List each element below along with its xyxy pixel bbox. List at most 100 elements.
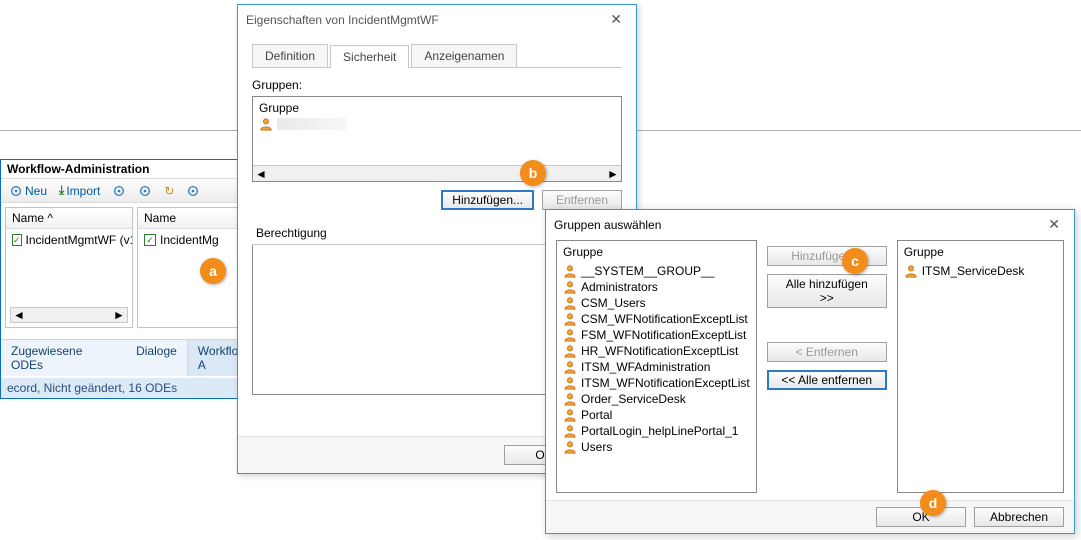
toolbar-icon-button-2[interactable] <box>134 183 156 199</box>
group-icon <box>563 312 577 326</box>
list-item-label: Portal <box>581 408 612 422</box>
workflow-admin-title: Workflow-Administration <box>1 160 269 179</box>
import-icon: ⤓ <box>59 183 64 198</box>
list-item-label: Order_ServiceDesk <box>581 392 686 406</box>
list-item[interactable]: Administrators <box>563 279 750 295</box>
cancel-button[interactable]: Abbrechen <box>974 507 1064 527</box>
list-item-label: IncidentMg <box>160 233 219 247</box>
select-groups-dialog: Gruppen auswählen ✕ Gruppe __SYSTEM__GRO… <box>545 209 1075 534</box>
group-icon <box>563 408 577 422</box>
annotation-badge-b: b <box>520 160 546 186</box>
horizontal-scrollbar[interactable]: ◄ ► <box>253 165 621 181</box>
toolbar-new-button[interactable]: Neu <box>5 183 51 199</box>
permissions-column-left: Berechtigung <box>256 226 327 240</box>
scroll-left-icon[interactable]: ◄ <box>11 308 27 322</box>
available-groups-listbox[interactable]: Gruppe __SYSTEM__GROUP__ Administrators CS… <box>556 240 757 493</box>
workflow-admin-toolbar: Neu ⤓ Import ↻ <box>1 179 269 203</box>
toolbar-import-label: Import <box>66 184 100 198</box>
select-groups-titlebar: Gruppen auswählen ✕ <box>546 210 1074 239</box>
list-item[interactable]: CSM_WFNotificationExceptList <box>563 311 750 327</box>
list-item-label: Users <box>581 440 612 454</box>
scroll-right-icon[interactable]: ► <box>111 308 127 322</box>
list-item-label: CSM_WFNotificationExceptList <box>581 312 748 326</box>
toolbar-icon-button-4[interactable] <box>182 183 204 199</box>
properties-title: Eigenschaften von IncidentMgmtWF <box>246 13 439 27</box>
tab-definition[interactable]: Definition <box>252 44 328 67</box>
group-icon <box>563 344 577 358</box>
toolbar-import-button[interactable]: ⤓ Import <box>55 182 104 199</box>
horizontal-scrollbar[interactable]: ◄ ► <box>10 307 128 323</box>
list-item-label: IncidentMgmtWF (v1) <box>26 233 132 247</box>
remove-one-button[interactable]: < Entfernen <box>767 342 887 362</box>
group-icon <box>563 376 577 390</box>
groups-label: Gruppen: <box>252 78 622 92</box>
group-icon <box>563 392 577 406</box>
close-icon[interactable]: ✕ <box>1042 216 1066 233</box>
list-item[interactable]: ✓ IncidentMgmtWF (v1) <box>12 233 126 247</box>
list-item[interactable]: __SYSTEM__GROUP__ <box>563 263 750 279</box>
group-icon <box>259 117 273 131</box>
add-button[interactable]: Hinzufügen... <box>441 190 534 210</box>
group-icon <box>563 296 577 310</box>
toolbar-icon-button-3[interactable]: ↻ <box>160 183 178 199</box>
add-all-button[interactable]: Alle hinzufügen >> <box>767 274 887 308</box>
groups-column-header: Gruppe <box>259 101 615 115</box>
list-item[interactable]: ITSM_ServiceDesk <box>904 263 1057 279</box>
properties-tabs: Definition Sicherheit Anzeigenamen <box>252 44 622 68</box>
groups-listbox[interactable]: Gruppe ◄ ► <box>252 96 622 182</box>
annotation-badge-c: c <box>842 248 868 274</box>
workflow-list-left: Name ^ ✓ IncidentMgmtWF (v1) ◄ ► <box>5 207 133 328</box>
gear-icon <box>186 184 200 198</box>
group-icon <box>563 264 577 278</box>
list-item-label: PortalLogin_helpLinePortal_1 <box>581 424 738 438</box>
group-icon <box>563 328 577 342</box>
list-item[interactable]: CSM_Users <box>563 295 750 311</box>
group-icon <box>563 280 577 294</box>
list-item-label: CSM_Users <box>581 296 646 310</box>
toolbar-new-label: Neu <box>25 184 47 198</box>
list-item[interactable]: Users <box>563 439 750 455</box>
redacted-text <box>277 118 347 130</box>
ok-button[interactable]: OK <box>876 507 966 527</box>
list-item[interactable]: ITSM_WFAdministration <box>563 359 750 375</box>
list-item[interactable]: PortalLogin_helpLinePortal_1 <box>563 423 750 439</box>
group-icon <box>563 360 577 374</box>
list-item[interactable]: ITSM_WFNotificationExceptList <box>563 375 750 391</box>
column-header-name-sort[interactable]: Name ^ <box>6 208 132 229</box>
list-item-label: FSM_WFNotificationExceptList <box>581 328 746 342</box>
close-icon[interactable]: ✕ <box>604 11 628 28</box>
list-item[interactable]: Order_ServiceDesk <box>563 391 750 407</box>
add-one-button[interactable]: Hinzufügen > <box>767 246 887 266</box>
selected-groups-listbox[interactable]: Gruppe ITSM_ServiceDesk <box>897 240 1064 493</box>
remove-all-button[interactable]: << Alle entfernen <box>767 370 887 390</box>
group-icon <box>904 264 918 278</box>
list-item-label: __SYSTEM__GROUP__ <box>581 264 714 278</box>
list-item-label: ITSM_WFAdministration <box>581 360 710 374</box>
annotation-badge-d: d <box>920 490 946 516</box>
list-item[interactable]: HR_WFNotificationExceptList <box>563 343 750 359</box>
scroll-right-icon[interactable]: ► <box>605 167 621 181</box>
scroll-left-icon[interactable]: ◄ <box>253 167 269 181</box>
tab-displaynames[interactable]: Anzeigenamen <box>411 44 517 67</box>
remove-button[interactable]: Entfernen <box>542 190 622 210</box>
available-groups-header: Gruppe <box>563 245 750 259</box>
list-item-label: ITSM_ServiceDesk <box>922 264 1025 278</box>
tab-dialogs[interactable]: Dialoge <box>126 340 187 376</box>
group-icon <box>563 440 577 454</box>
list-item-label: Administrators <box>581 280 658 294</box>
refresh-icon: ↻ <box>164 184 174 198</box>
tab-assigned-odes[interactable]: Zugewiesene ODEs <box>1 340 126 376</box>
selected-groups-header: Gruppe <box>904 245 1057 259</box>
bottom-tabs: Zugewiesene ODEs Dialoge Workflow-A <box>1 339 269 376</box>
status-bar: ecord, Nicht geändert, 16 ODEs <box>1 378 269 398</box>
check-icon: ✓ <box>12 234 22 246</box>
select-groups-title: Gruppen auswählen <box>554 218 661 232</box>
list-item[interactable]: FSM_WFNotificationExceptList <box>563 327 750 343</box>
transfer-buttons: Hinzufügen > Alle hinzufügen >> < Entfer… <box>767 240 887 493</box>
list-item[interactable]: Portal <box>563 407 750 423</box>
list-item[interactable] <box>259 117 615 131</box>
check-icon: ✓ <box>144 234 156 246</box>
tab-security[interactable]: Sicherheit <box>330 45 409 68</box>
workflow-admin-window: Workflow-Administration Neu ⤓ Import ↻ N… <box>0 159 270 399</box>
toolbar-icon-button-1[interactable] <box>108 183 130 199</box>
